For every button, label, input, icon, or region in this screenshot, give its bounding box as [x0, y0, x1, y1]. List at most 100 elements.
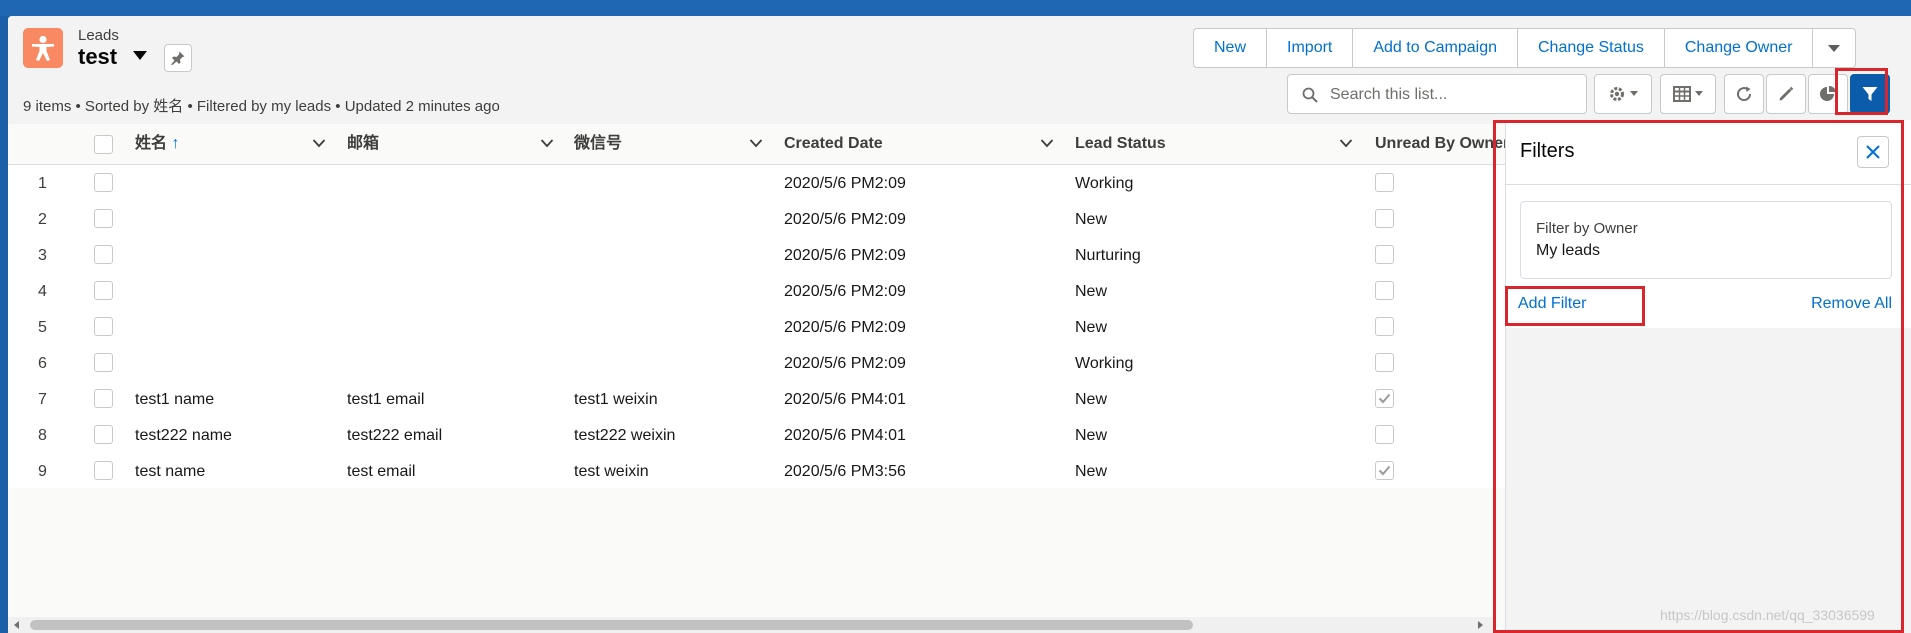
column-header-unread-by-owner[interactable]: Unread By Owner [1375, 124, 1509, 164]
horizontal-scrollbar[interactable] [8, 617, 1493, 633]
unread-by-owner-checkbox [1375, 281, 1394, 300]
filters-panel-body: Filter by Owner My leads Add Filter Remo… [1506, 185, 1911, 328]
more-actions-button[interactable] [1813, 29, 1855, 67]
filter-by-owner-card[interactable]: Filter by Owner My leads [1520, 201, 1892, 279]
cell-created-date: 2020/5/6 PM2:09 [784, 211, 906, 228]
close-filters-button[interactable] [1857, 136, 1889, 168]
column-header-wechat[interactable]: 微信号 [574, 124, 622, 164]
change-owner-button[interactable]: Change Owner [1665, 29, 1814, 67]
scrollbar-thumb[interactable] [30, 620, 1193, 630]
row-select-checkbox[interactable] [94, 461, 113, 480]
sort-ascending-icon: ↑ [171, 135, 180, 152]
list-settings-button[interactable] [1594, 74, 1652, 114]
cell-created-date: 2020/5/6 PM4:01 [784, 391, 906, 408]
list-view-card: Leads test 9 items • Sorted by 姓名 • Filt… [8, 16, 1911, 633]
refresh-button[interactable] [1724, 74, 1764, 114]
row-select-checkbox[interactable] [94, 389, 113, 408]
add-to-campaign-button[interactable]: Add to Campaign [1353, 29, 1518, 67]
select-all-checkbox[interactable] [94, 135, 113, 154]
object-label: Leads [78, 27, 119, 44]
list-view-title[interactable]: test [78, 44, 117, 70]
cell-name: test1 name [135, 391, 215, 408]
cell-created-date: 2020/5/6 PM2:09 [784, 283, 906, 300]
lead-object-icon [23, 28, 63, 68]
column-menu-chevron-icon[interactable] [1040, 138, 1054, 148]
row-number: 8 [38, 427, 47, 444]
filter-by-owner-value: My leads [1536, 242, 1601, 259]
row-select-checkbox[interactable] [94, 425, 113, 444]
list-summary: 9 items • Sorted by 姓名 • Filtered by my … [23, 98, 500, 115]
cell-created-date: 2020/5/6 PM2:09 [784, 319, 906, 336]
cell-wechat: test222 weixin [574, 427, 676, 444]
cell-lead-status: New [1075, 283, 1108, 300]
cell-email: test222 email [347, 427, 443, 444]
row-number: 9 [38, 463, 47, 480]
row-select-checkbox[interactable] [94, 209, 113, 228]
filter-by-owner-label: Filter by Owner [1536, 220, 1638, 237]
row-number: 3 [38, 247, 47, 264]
cell-created-date: 2020/5/6 PM2:09 [784, 247, 906, 264]
column-header-email[interactable]: 邮箱 [347, 124, 379, 164]
cell-wechat: test1 weixin [574, 391, 658, 408]
unread-by-owner-checkbox [1375, 209, 1394, 228]
unread-by-owner-checkbox [1375, 389, 1394, 408]
list-header: Leads test 9 items • Sorted by 姓名 • Filt… [8, 16, 1911, 125]
row-number: 4 [38, 283, 47, 300]
column-menu-chevron-icon[interactable] [1339, 138, 1353, 148]
page-background [0, 0, 1911, 16]
charts-button[interactable] [1808, 74, 1848, 114]
table-icon [1673, 86, 1691, 102]
filter-button[interactable] [1850, 74, 1890, 114]
cell-email: test1 email [347, 391, 425, 408]
scroll-right-arrow-icon[interactable] [1478, 621, 1483, 629]
search-input[interactable] [1328, 83, 1582, 107]
cell-created-date: 2020/5/6 PM2:09 [784, 355, 906, 372]
display-as-button[interactable] [1660, 74, 1716, 114]
change-status-button[interactable]: Change Status [1518, 29, 1665, 67]
cell-lead-status: New [1075, 463, 1108, 480]
inline-edit-button[interactable] [1766, 74, 1806, 114]
action-button-group: New Import Add to Campaign Change Status… [1193, 28, 1857, 68]
filters-panel-header: Filters [1506, 120, 1911, 185]
row-number: 6 [38, 355, 47, 372]
unread-by-owner-checkbox [1375, 173, 1394, 192]
column-header-lead-status[interactable]: Lead Status [1075, 124, 1166, 164]
row-number: 7 [38, 391, 47, 408]
row-select-checkbox[interactable] [94, 281, 113, 300]
unread-by-owner-checkbox [1375, 425, 1394, 444]
cell-wechat: test weixin [574, 463, 649, 480]
column-menu-chevron-icon[interactable] [540, 138, 554, 148]
gear-icon [1610, 87, 1624, 101]
column-menu-chevron-icon[interactable] [749, 138, 763, 148]
unread-by-owner-checkbox [1375, 353, 1394, 372]
cell-lead-status: Nurturing [1075, 247, 1141, 264]
close-icon [1866, 145, 1880, 159]
cell-lead-status: New [1075, 211, 1108, 228]
remove-all-link[interactable]: Remove All [1811, 295, 1892, 313]
row-select-checkbox[interactable] [94, 353, 113, 372]
cell-lead-status: New [1075, 427, 1108, 444]
caret-down-icon [1695, 91, 1703, 96]
list-view-dropdown-icon[interactable] [132, 49, 148, 61]
unread-by-owner-checkbox [1375, 461, 1394, 480]
chevron-down-icon [1828, 44, 1841, 52]
new-button[interactable]: New [1194, 29, 1268, 67]
pin-icon [171, 51, 185, 65]
column-menu-chevron-icon[interactable] [312, 138, 326, 148]
add-filter-link[interactable]: Add Filter [1518, 295, 1586, 313]
search-list-box[interactable] [1287, 74, 1587, 114]
filters-panel: Filters Filter by Owner My leads Add Fil… [1505, 120, 1911, 633]
pin-list-button[interactable] [164, 44, 192, 72]
cell-lead-status: Working [1075, 355, 1134, 372]
row-select-checkbox[interactable] [94, 317, 113, 336]
row-number: 2 [38, 211, 47, 228]
pie-chart-icon [1820, 85, 1836, 101]
column-header-name[interactable]: 姓名 ↑ [135, 124, 179, 164]
row-select-checkbox[interactable] [94, 173, 113, 192]
import-button[interactable]: Import [1267, 29, 1354, 67]
row-select-checkbox[interactable] [94, 245, 113, 264]
column-header-created-date[interactable]: Created Date [784, 124, 883, 164]
cell-name: test222 name [135, 427, 232, 444]
scroll-left-arrow-icon[interactable] [14, 621, 19, 629]
row-number: 5 [38, 319, 47, 336]
